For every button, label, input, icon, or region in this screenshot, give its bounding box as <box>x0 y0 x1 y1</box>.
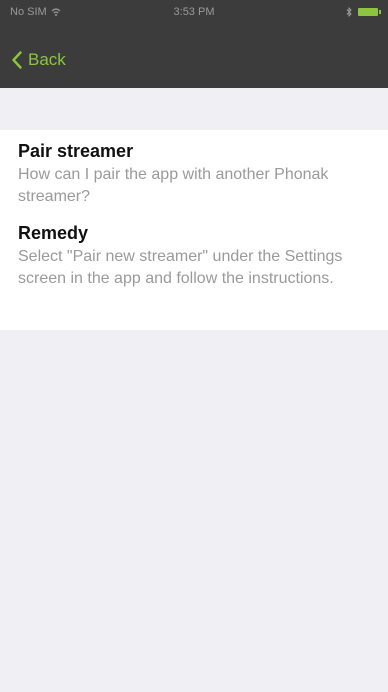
top-bar: No SIM 3:53 PM Back <box>0 0 388 88</box>
faq-content: Pair streamer How can I pair the app wit… <box>0 130 388 330</box>
screen: No SIM 3:53 PM Back Pair streamer How ca… <box>0 0 388 692</box>
status-time: 3:53 PM <box>173 6 215 18</box>
back-button[interactable]: Back <box>12 50 66 70</box>
status-bar: No SIM 3:53 PM <box>0 0 388 24</box>
question-title: Pair streamer <box>18 141 134 161</box>
remedy-section: Remedy Select "Pair new streamer" under … <box>0 208 388 290</box>
question-section: Pair streamer How can I pair the app wit… <box>0 130 388 208</box>
question-text: How can I pair the app with another Phon… <box>18 166 329 205</box>
remedy-text: Select "Pair new streamer" under the Set… <box>18 248 343 287</box>
chevron-left-icon <box>12 51 22 69</box>
status-right <box>346 0 381 24</box>
remedy-title: Remedy <box>18 223 89 243</box>
back-label: Back <box>28 50 66 69</box>
bluetooth-icon <box>346 7 352 17</box>
nav-bar: Back <box>0 40 66 80</box>
battery-icon <box>358 8 381 16</box>
